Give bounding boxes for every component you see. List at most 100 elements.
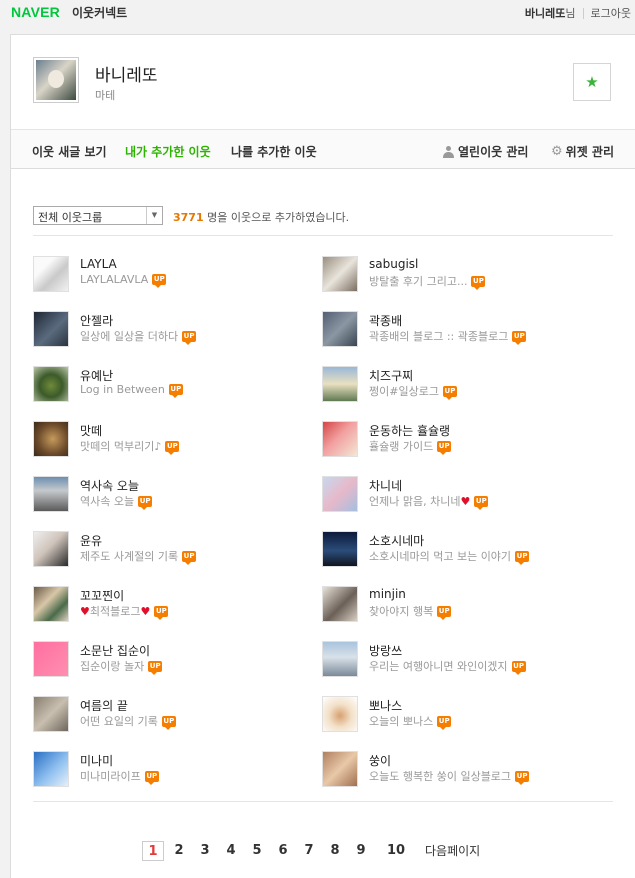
- neighbor-name[interactable]: 여름의 끝: [80, 697, 128, 714]
- neighbor-name[interactable]: 방랑쓰: [369, 642, 402, 659]
- neighbor-avatar[interactable]: [322, 751, 358, 787]
- neighbor-name[interactable]: 곽종배: [369, 312, 402, 329]
- neighbor-blog-title[interactable]: 어떤 요일의 기록 UP: [80, 713, 176, 730]
- neighbor-avatar[interactable]: [322, 531, 358, 567]
- neighbor-name[interactable]: 소호시네마: [369, 532, 424, 549]
- neighbor-blog-title[interactable]: 오늘도 행복한 쑹이 일상블로그 UP: [369, 768, 530, 785]
- neighbor-blog-title[interactable]: 역사속 오늘 UP: [80, 493, 153, 510]
- neighbor-name[interactable]: 유예난: [80, 367, 113, 384]
- neighbor-blog-title[interactable]: 휼슐랭 가이드 UP: [369, 438, 452, 455]
- neighbor-item[interactable]: 여름의 끝 어떤 요일의 기록 UP: [33, 694, 313, 734]
- page-link[interactable]: 6: [275, 841, 291, 861]
- neighbor-blog-title[interactable]: 곽종배의 블로그 :: 곽종블로그 UP: [369, 328, 527, 345]
- neighbor-avatar[interactable]: [33, 751, 69, 787]
- neighbor-item[interactable]: sabugisl 방탈출 후기 그리고... UP: [322, 254, 602, 294]
- neighbor-name[interactable]: 역사속 오늘: [80, 477, 139, 494]
- neighbor-blog-title[interactable]: 미나미라이프 UP: [80, 768, 159, 785]
- neighbor-avatar[interactable]: [33, 421, 69, 457]
- neighbor-blog-title[interactable]: 찾아야지 행복 UP: [369, 603, 452, 620]
- neighbor-name[interactable]: sabugisl: [369, 257, 418, 271]
- service-title[interactable]: 이웃커넥트: [72, 4, 127, 21]
- neighbor-item[interactable]: 치즈구찌 쩡이#일상로그 UP: [322, 364, 602, 404]
- neighbor-avatar[interactable]: [33, 586, 69, 622]
- neighbor-blog-title[interactable]: 오늘의 뽀나스 UP: [369, 713, 452, 730]
- neighbor-name[interactable]: 안젤라: [80, 312, 113, 329]
- neighbor-blog-title[interactable]: 맛떼의 먹부리기♪ UP: [80, 438, 180, 455]
- neighbor-name[interactable]: 차니네: [369, 477, 402, 494]
- tab-new-posts[interactable]: 이웃 새글 보기: [32, 143, 107, 160]
- neighbor-blog-title[interactable]: LAYLALAVLA UP: [80, 273, 167, 288]
- neighbor-name[interactable]: 쑹이: [369, 752, 391, 769]
- neighbor-name[interactable]: 뽀나스: [369, 697, 402, 714]
- tab-added-me[interactable]: 나를 추가한 이웃: [231, 143, 317, 160]
- neighbor-item[interactable]: 차니네 언제나 맑음, 차니네 ♥ UP: [322, 474, 602, 514]
- next-page-link[interactable]: 다음페이지: [425, 841, 480, 861]
- open-neighbor-manage-link[interactable]: 열린이웃 관리: [443, 143, 528, 160]
- neighbor-name[interactable]: minjin: [369, 587, 406, 601]
- neighbor-avatar[interactable]: [322, 696, 358, 732]
- neighbor-blog-title[interactable]: 쩡이#일상로그 UP: [369, 383, 457, 400]
- neighbor-avatar[interactable]: [33, 641, 69, 677]
- neighbor-item[interactable]: 뽀나스 오늘의 뽀나스 UP: [322, 694, 602, 734]
- neighbor-item[interactable]: 소호시네마 소호시네마의 먹고 보는 이야기 UP: [322, 529, 602, 569]
- page-link[interactable]: 5: [249, 841, 265, 861]
- neighbor-avatar[interactable]: [322, 586, 358, 622]
- neighbor-item[interactable]: 꼬꼬찐이 ♥ 최적블로그 ♥ UP: [33, 584, 313, 624]
- page-current[interactable]: 1: [142, 841, 164, 861]
- neighbor-avatar[interactable]: [322, 366, 358, 402]
- favorite-button[interactable]: ★: [573, 63, 611, 101]
- neighbor-item[interactable]: 유예난 Log in Between UP: [33, 364, 313, 404]
- neighbor-avatar[interactable]: [322, 256, 358, 292]
- neighbor-item[interactable]: 미나미 미나미라이프 UP: [33, 749, 313, 789]
- neighbor-blog-title[interactable]: 우리는 여행아니면 와인이겠지 UP: [369, 658, 526, 675]
- neighbor-item[interactable]: 역사속 오늘 역사속 오늘 UP: [33, 474, 313, 514]
- tab-added-by-me[interactable]: 내가 추가한 이웃: [125, 143, 211, 160]
- username-link[interactable]: 바니레또: [525, 5, 565, 21]
- neighbor-item[interactable]: 곽종배 곽종배의 블로그 :: 곽종블로그 UP: [322, 309, 602, 349]
- group-select[interactable]: 전체 이웃그룹 ▼: [33, 206, 163, 225]
- neighbor-blog-title[interactable]: ♥ 최적블로그 ♥ UP: [80, 603, 169, 620]
- neighbor-blog-title[interactable]: Log in Between UP: [80, 383, 183, 398]
- neighbor-avatar[interactable]: [33, 256, 69, 292]
- neighbor-avatar[interactable]: [322, 421, 358, 457]
- neighbor-avatar[interactable]: [33, 476, 69, 512]
- neighbor-blog-title[interactable]: 집순이랑 놀자 UP: [80, 658, 163, 675]
- neighbor-name[interactable]: LAYLA: [80, 257, 117, 271]
- neighbor-item[interactable]: 방랑쓰 우리는 여행아니면 와인이겠지 UP: [322, 639, 602, 679]
- neighbor-item[interactable]: LAYLA LAYLALAVLA UP: [33, 254, 313, 294]
- neighbor-blog-title[interactable]: 일상에 일상을 더하다 UP: [80, 328, 197, 345]
- neighbor-name[interactable]: 치즈구찌: [369, 367, 413, 384]
- page-link[interactable]: 10: [383, 841, 409, 861]
- widget-manage-link[interactable]: ⚙ 위젯 관리: [551, 143, 614, 160]
- neighbor-name[interactable]: 꼬꼬찐이: [80, 587, 124, 604]
- page-link[interactable]: 4: [223, 841, 239, 861]
- page-link[interactable]: 2: [171, 841, 187, 861]
- neighbor-item[interactable]: 윤유 제주도 사계절의 기록 UP: [33, 529, 313, 569]
- neighbor-name[interactable]: 미나미: [80, 752, 113, 769]
- neighbor-item[interactable]: 맛떼 맛떼의 먹부리기♪ UP: [33, 419, 313, 459]
- page-link[interactable]: 8: [327, 841, 343, 861]
- neighbor-item[interactable]: 운동하는 휼슐랭 휼슐랭 가이드 UP: [322, 419, 602, 459]
- neighbor-item[interactable]: 쑹이 오늘도 행복한 쑹이 일상블로그 UP: [322, 749, 602, 789]
- neighbor-name[interactable]: 윤유: [80, 532, 102, 549]
- neighbor-item[interactable]: 소문난 집순이 집순이랑 놀자 UP: [33, 639, 313, 679]
- neighbor-item[interactable]: minjin 찾아야지 행복 UP: [322, 584, 602, 624]
- neighbor-avatar[interactable]: [33, 696, 69, 732]
- neighbor-name[interactable]: 운동하는 휼슐랭: [369, 422, 450, 439]
- neighbor-avatar[interactable]: [322, 641, 358, 677]
- neighbor-item[interactable]: 안젤라 일상에 일상을 더하다 UP: [33, 309, 313, 349]
- neighbor-avatar[interactable]: [322, 476, 358, 512]
- page-link[interactable]: 9: [353, 841, 369, 861]
- neighbor-avatar[interactable]: [33, 531, 69, 567]
- page-link[interactable]: 3: [197, 841, 213, 861]
- neighbor-avatar[interactable]: [33, 311, 69, 347]
- profile-avatar[interactable]: [33, 57, 79, 103]
- page-link[interactable]: 7: [301, 841, 317, 861]
- neighbor-blog-title[interactable]: 소호시네마의 먹고 보는 이야기 UP: [369, 548, 530, 565]
- neighbor-blog-title[interactable]: 제주도 사계절의 기록 UP: [80, 548, 197, 565]
- logout-link[interactable]: 로그아웃: [591, 5, 631, 21]
- neighbor-name[interactable]: 소문난 집순이: [80, 642, 150, 659]
- neighbor-blog-title[interactable]: 언제나 맑음, 차니네 ♥ UP: [369, 493, 489, 510]
- profile-name[interactable]: 바니레또: [95, 61, 158, 86]
- neighbor-avatar[interactable]: [33, 366, 69, 402]
